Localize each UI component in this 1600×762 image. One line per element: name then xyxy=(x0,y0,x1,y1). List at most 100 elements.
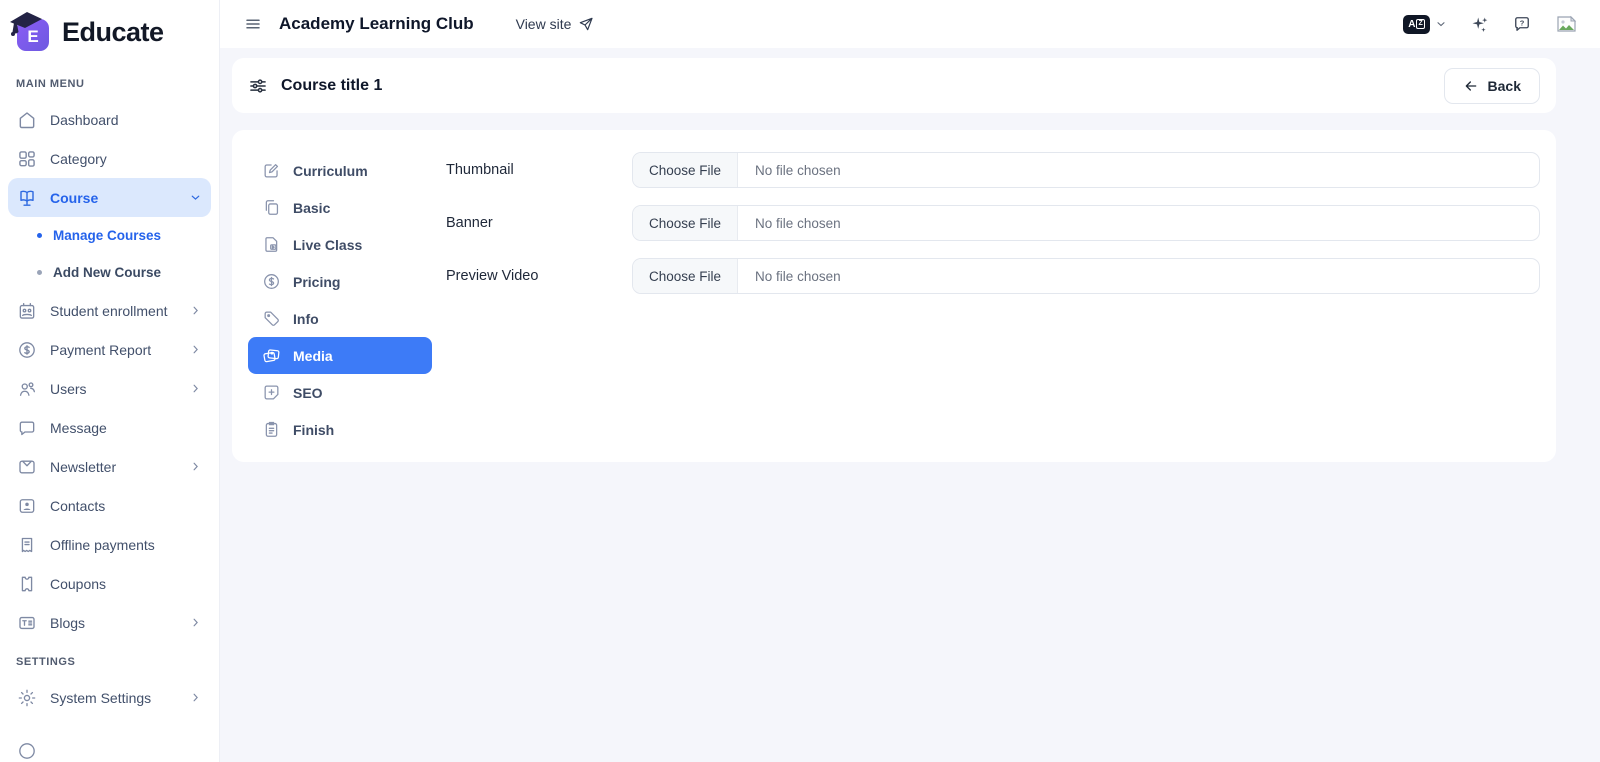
contact-card-icon xyxy=(17,496,37,516)
sidebar-item-coupons[interactable]: Coupons xyxy=(8,564,211,603)
sidebar-item-payment-report[interactable]: Payment Report xyxy=(8,330,211,369)
tab-label: Curriculum xyxy=(293,163,368,179)
media-form: Thumbnail Choose File No file chosen Ban… xyxy=(446,152,1540,440)
receipt-icon xyxy=(17,535,37,555)
chevron-down-icon xyxy=(1435,18,1447,30)
preview-video-file-input[interactable]: Choose File No file chosen xyxy=(632,258,1540,294)
student-enrollment-icon xyxy=(17,301,37,321)
tab-seo[interactable]: SEO xyxy=(248,374,432,411)
hamburger-menu-icon[interactable] xyxy=(244,15,262,33)
file-status-text: No file chosen xyxy=(738,163,858,178)
plus-square-icon xyxy=(262,383,281,402)
course-editor-panel: Curriculum Basic Live Class Pricing Info xyxy=(232,130,1556,462)
chevron-right-icon xyxy=(189,616,202,629)
file-play-icon xyxy=(262,235,281,254)
site-title: Academy Learning Club xyxy=(279,14,474,34)
sidebar-item-system-settings[interactable]: System Settings xyxy=(8,678,211,717)
choose-file-button[interactable]: Choose File xyxy=(633,206,738,240)
sidebar-item-category[interactable]: Category xyxy=(8,139,211,178)
avatar-broken-image-icon[interactable] xyxy=(1554,11,1580,37)
tab-info[interactable]: Info xyxy=(248,300,432,337)
tab-label: Pricing xyxy=(293,274,340,290)
course-title-bar: Course title 1 Back xyxy=(232,58,1556,113)
main-area: Academy Learning Club View site AZ ? Cou… xyxy=(220,0,1600,762)
tab-live-class[interactable]: Live Class xyxy=(248,226,432,263)
category-grid-icon xyxy=(17,149,37,169)
sidebar-item-label: Message xyxy=(50,420,107,436)
back-button[interactable]: Back xyxy=(1444,68,1540,104)
help-chat-icon[interactable]: ? xyxy=(1512,14,1532,34)
sidebar-item-label: Payment Report xyxy=(50,342,151,358)
sidebar-item-course[interactable]: Course xyxy=(8,178,211,217)
send-icon xyxy=(578,16,594,32)
sidebar-item-offline-payments[interactable]: Offline payments xyxy=(8,525,211,564)
chevron-right-icon xyxy=(189,343,202,356)
tab-basic[interactable]: Basic xyxy=(248,189,432,226)
main-menu: Dashboard Category Course Manage Courses… xyxy=(0,100,219,642)
dollar-circle-icon xyxy=(17,340,37,360)
sidebar-item-label: Offline payments xyxy=(50,537,155,553)
banner-file-input[interactable]: Choose File No file chosen xyxy=(632,205,1540,241)
chevron-right-icon xyxy=(189,691,202,704)
sidebar-item-blogs[interactable]: Blogs xyxy=(8,603,211,642)
bullet-icon xyxy=(37,270,42,275)
back-button-label: Back xyxy=(1488,78,1521,94)
sidebar-item-users[interactable]: Users xyxy=(8,369,211,408)
thumbnail-file-input[interactable]: Choose File No file chosen xyxy=(632,152,1540,188)
sidebar-item-newsletter[interactable]: Newsletter xyxy=(8,447,211,486)
sidebar-item-dashboard[interactable]: Dashboard xyxy=(8,100,211,139)
brand-logo[interactable]: E Educate xyxy=(0,0,219,64)
sidebar-subitem-manage-courses[interactable]: Manage Courses xyxy=(8,217,211,254)
tag-icon xyxy=(262,309,281,328)
chevron-right-icon xyxy=(189,304,202,317)
arrow-left-icon xyxy=(1463,78,1479,94)
translate-icon: AZ xyxy=(1403,15,1430,34)
sidebar-item-label: Users xyxy=(50,381,87,397)
tab-finish[interactable]: Finish xyxy=(248,411,432,448)
sidebar-item-contacts[interactable]: Contacts xyxy=(8,486,211,525)
page-content: Course title 1 Back Curriculum Basic Liv… xyxy=(220,48,1600,762)
blog-icon xyxy=(17,613,37,633)
svg-text:?: ? xyxy=(1520,18,1525,27)
view-site-label: View site xyxy=(516,16,572,32)
sidebar-item-label: Contacts xyxy=(50,498,105,514)
view-site-link[interactable]: View site xyxy=(516,16,595,32)
newsletter-icon xyxy=(17,457,37,477)
clipboard-icon xyxy=(262,420,281,439)
sparkles-icon[interactable] xyxy=(1469,14,1490,35)
settings-menu: System Settings xyxy=(0,678,219,762)
sidebar-item-label: System Settings xyxy=(50,690,151,706)
tab-media[interactable]: Media xyxy=(248,337,432,374)
users-icon xyxy=(17,379,37,399)
sliders-icon xyxy=(248,76,268,96)
sidebar-item-label: Category xyxy=(50,151,107,167)
pencil-square-icon xyxy=(262,161,281,180)
tab-label: SEO xyxy=(293,385,323,401)
sidebar-item-student-enrollment[interactable]: Student enrollment xyxy=(8,291,211,330)
chevron-down-icon xyxy=(189,191,202,204)
choose-file-button[interactable]: Choose File xyxy=(633,259,738,293)
sidebar-item-partial[interactable] xyxy=(8,731,211,762)
sidebar: E Educate MAIN MENU Dashboard Category C… xyxy=(0,0,220,762)
tab-pricing[interactable]: Pricing xyxy=(248,263,432,300)
language-selector[interactable]: AZ xyxy=(1403,15,1447,34)
tab-label: Finish xyxy=(293,422,334,438)
sidebar-item-message[interactable]: Message xyxy=(8,408,211,447)
bullet-icon xyxy=(37,233,42,238)
circle-icon xyxy=(17,741,37,761)
tab-curriculum[interactable]: Curriculum xyxy=(248,152,432,189)
educate-logo-icon: E xyxy=(8,9,54,55)
sidebar-subitem-label: Add New Course xyxy=(53,265,161,280)
copy-icon xyxy=(262,198,281,217)
file-status-text: No file chosen xyxy=(738,216,858,231)
message-icon xyxy=(17,418,37,438)
dollar-circle-icon xyxy=(262,272,281,291)
tab-label: Info xyxy=(293,311,319,327)
sidebar-subitem-label: Manage Courses xyxy=(53,228,161,243)
choose-file-button[interactable]: Choose File xyxy=(633,153,738,187)
brand-name: Educate xyxy=(62,17,164,48)
sidebar-subitem-add-new-course[interactable]: Add New Course xyxy=(8,254,211,291)
svg-text:E: E xyxy=(27,27,38,46)
form-row-thumbnail: Thumbnail Choose File No file chosen xyxy=(446,152,1540,188)
home-icon xyxy=(17,110,37,130)
